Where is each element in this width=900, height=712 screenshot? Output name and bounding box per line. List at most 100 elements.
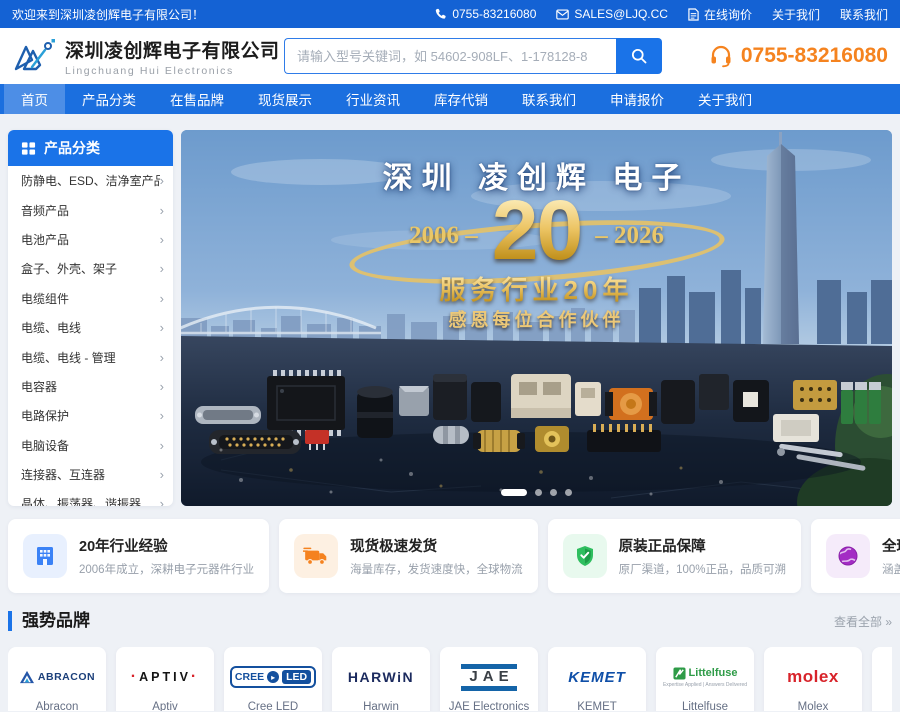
sidebar-title: 产品分类 <box>44 138 100 158</box>
brand-card-aptiv[interactable]: APTIV Aptiv <box>116 647 214 711</box>
sidebar-category[interactable]: 电容器 <box>8 372 173 401</box>
search-icon <box>630 47 648 65</box>
carousel-dots <box>181 489 892 496</box>
shield-icon <box>573 544 597 568</box>
topbar-phone: 0755-83216080 <box>435 7 536 21</box>
sidebar-category[interactable]: 防静电、ESD、洁净室产品 <box>8 166 173 195</box>
feature-experience: 20年行业经验 2006年成立，深耕电子元器件行业 <box>8 519 269 593</box>
sidebar-category[interactable]: 电缆、电线 - 管理 <box>8 342 173 371</box>
sidebar-list: 防静电、ESD、洁净室产品 音频产品 电池产品 盒子、外壳、架子 电缆组件 电缆… <box>8 166 173 506</box>
chevron-right-icon <box>160 320 164 335</box>
nav-item[interactable]: 现货展示 <box>241 84 329 114</box>
year-start: 2006 <box>409 222 478 250</box>
anniversary-number: 20 <box>492 192 581 269</box>
brand-caption: JAE Electronics <box>440 701 538 711</box>
mail-icon <box>556 9 569 20</box>
sidebar-category[interactable]: 电缆、电线 <box>8 313 173 342</box>
sidebar-category[interactable]: 电脑设备 <box>8 431 173 460</box>
chevron-right-icon <box>160 408 164 423</box>
brand-card-harwin[interactable]: HARWiN Harwin <box>332 647 430 711</box>
topbar-link-inquiry[interactable]: 在线询价 <box>688 6 752 23</box>
search-input[interactable] <box>284 38 616 74</box>
carousel-dot-1[interactable] <box>501 489 527 496</box>
sidebar-category[interactable]: 电池产品 <box>8 225 173 254</box>
company-name: 深圳凌创辉电子有限公司 <box>65 36 280 63</box>
brand-card-cree-led[interactable]: CREE LED Cree LED <box>224 647 322 711</box>
globe-icon <box>836 544 860 568</box>
topbar-link-contact[interactable]: 联系我们 <box>840 6 888 23</box>
hero-banner: 深圳 凌创辉 电子 2006 20 2026 服务行业20年 感恩每位合作伙伴 <box>181 130 892 506</box>
brand-caption: Molex <box>764 701 862 711</box>
section-title: 强势品牌 <box>8 611 90 631</box>
brand-card-abracon[interactable]: ABRACON Abracon <box>8 647 106 711</box>
nav-item[interactable]: 行业资讯 <box>329 84 417 114</box>
chevron-right-icon <box>160 261 164 276</box>
topbar-phone-number: 0755-83216080 <box>452 7 536 21</box>
nav-item[interactable]: 库存代销 <box>417 84 505 114</box>
nav-item[interactable]: 联系我们 <box>505 84 593 114</box>
nav-item[interactable]: 申请报价 <box>593 84 681 114</box>
feature-desc: 海量库存，发货速度快，全球物流 <box>350 561 523 577</box>
nav-item[interactable]: 产品分类 <box>65 84 153 114</box>
sidebar-header: 产品分类 <box>8 130 173 166</box>
brand-caption: Cree LED <box>224 701 322 711</box>
feature-desc: 2006年成立，深耕电子元器件行业 <box>79 561 254 577</box>
sidebar-category[interactable]: 电缆组件 <box>8 284 173 313</box>
carousel-dot-3[interactable] <box>550 489 557 496</box>
chevron-right-icon <box>160 496 164 506</box>
brand-card-littelfuse[interactable]: Littelfuse Expertise Applied | Answers D… <box>656 647 754 711</box>
feature-desc: 涵盖3000+品牌，百万种型号 <box>882 561 900 577</box>
truck-icon <box>303 543 329 569</box>
brand-caption: Abracon <box>8 701 106 711</box>
brand-caption: Aptiv <box>116 701 214 711</box>
view-all-link[interactable]: 查看全部 » <box>834 613 892 630</box>
littelfuse-logo-icon <box>673 667 686 680</box>
carousel-dot-2[interactable] <box>535 489 542 496</box>
nav-item[interactable]: 关于我们 <box>681 84 769 114</box>
chevron-right-icon <box>160 291 164 306</box>
banner-slogan-2: 感恩每位合作伙伴 <box>181 306 892 332</box>
year-end: 2026 <box>595 222 664 250</box>
company-logo[interactable]: 深圳凌创辉电子有限公司 Lingchuang Hui Electronics <box>12 36 284 77</box>
brand-list: ABRACON Abracon APTIV Aptiv CREE LED Cre… <box>8 647 892 711</box>
brands-section-header: 强势品牌 查看全部 » <box>8 611 892 631</box>
sidebar-category[interactable]: 盒子、外壳、架子 <box>8 254 173 283</box>
logo-icon <box>12 37 56 75</box>
welcome-text: 欢迎来到深圳凌创辉电子有限公司！ <box>12 6 204 23</box>
search-bar <box>284 38 662 74</box>
feature-title: 原装正品保障 <box>619 535 786 556</box>
feature-shipping: 现货极速发货 海量库存，发货速度快，全球物流 <box>279 519 538 593</box>
jae-bar-bottom <box>461 686 517 691</box>
feature-strip: 20年行业经验 2006年成立，深耕电子元器件行业 现货极速发货 海量库存，发货… <box>8 519 892 593</box>
brand-card-kemet[interactable]: KEMET KEMET <box>548 647 646 711</box>
hotline-number: 0755-83216080 <box>741 44 888 68</box>
sidebar-category[interactable]: 电路保护 <box>8 401 173 430</box>
topbar: 欢迎来到深圳凌创辉电子有限公司！ 0755-83216080 SALES@LJQ… <box>0 0 900 28</box>
feature-title: 全球品牌覆盖 <box>882 535 900 556</box>
search-button[interactable] <box>616 38 662 74</box>
nav-item[interactable]: 在售品牌 <box>153 84 241 114</box>
nav-item[interactable]: 首页 <box>4 84 65 114</box>
product-category-panel: 产品分类 防静电、ESD、洁净室产品 音频产品 电池产品 盒子、外壳、架子 电缆… <box>8 130 173 506</box>
chevron-right-icon <box>160 173 164 188</box>
feature-desc: 原厂渠道，100%正品，品质可溯 <box>619 561 786 577</box>
hotline: 0755-83216080 <box>709 44 888 68</box>
brand-card-molex[interactable]: molex Molex <box>764 647 862 711</box>
sidebar-category[interactable]: 音频产品 <box>8 195 173 224</box>
main-nav: 首页 产品分类 在售品牌 现货展示 行业资讯 库存代销 联系我们 申请报价 关于… <box>0 84 900 114</box>
carousel-dot-4[interactable] <box>565 489 572 496</box>
topbar-link-about[interactable]: 关于我们 <box>772 6 820 23</box>
chevron-right-icon <box>160 467 164 482</box>
chevron-right-icon <box>160 232 164 247</box>
topbar-link-inquiry-label: 在线询价 <box>704 6 752 23</box>
sidebar-category[interactable]: 晶体、振荡器、谐振器 <box>8 489 173 506</box>
brand-card-jae[interactable]: JAE JAE Electronics <box>440 647 538 711</box>
phone-icon <box>435 8 447 20</box>
sidebar-category[interactable]: 连接器、互连器 <box>8 460 173 489</box>
cree-arrow-icon <box>267 671 279 683</box>
brand-card-partial[interactable] <box>872 647 892 711</box>
brand-caption: Littelfuse <box>656 701 754 711</box>
topbar-email-text: SALES@LJQ.CC <box>574 7 668 21</box>
building-icon <box>33 544 57 568</box>
topbar-email[interactable]: SALES@LJQ.CC <box>556 7 668 21</box>
